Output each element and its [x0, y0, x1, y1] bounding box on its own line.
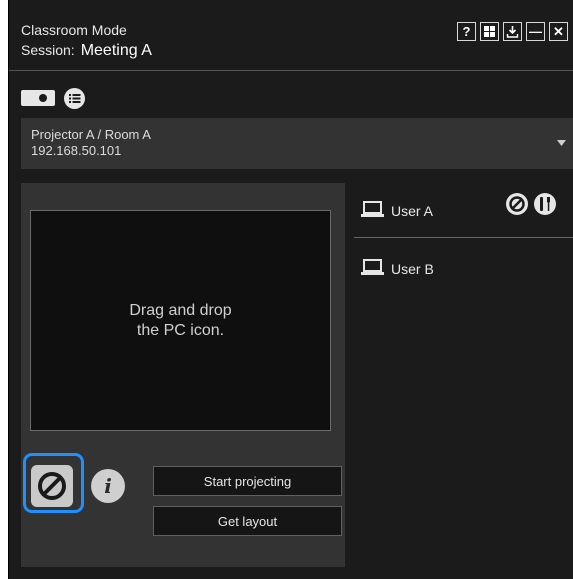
projector-name: Projector A / Room A	[31, 127, 151, 142]
start-projecting-button[interactable]: Start projecting	[153, 466, 342, 496]
laptop-icon	[361, 201, 384, 217]
user-divider	[354, 237, 573, 238]
user-a-mute-icon[interactable]	[505, 192, 529, 216]
title-divider	[9, 70, 573, 71]
get-layout-button[interactable]: Get layout	[153, 506, 342, 536]
drop-zone-line2: the PC icon.	[136, 321, 225, 339]
laptop-icon	[361, 259, 384, 275]
grid-view-button[interactable]	[480, 22, 499, 41]
projector-select[interactable]: Projector A / Room A 192.168.50.101	[21, 118, 573, 169]
projector-ip: 192.168.50.101	[31, 143, 122, 158]
drop-zone-text: Drag and drop the PC icon.	[129, 301, 231, 341]
mode-title: Classroom Mode	[21, 22, 127, 38]
drop-zone-line1: Drag and drop	[129, 301, 232, 319]
projection-panel: Drag and drop the PC icon. i Start proje…	[21, 183, 345, 567]
session-name: Meeting A	[80, 42, 152, 59]
projector-icon[interactable]	[21, 89, 55, 107]
user-row[interactable]: User B	[361, 255, 573, 285]
user-name: User A	[391, 203, 434, 219]
classroom-window: Classroom Mode Session: Meeting A ? — ✕	[8, 0, 573, 579]
user-a-tools-icon[interactable]	[533, 192, 557, 216]
av-mute-button[interactable]	[31, 465, 73, 507]
download-button[interactable]	[503, 22, 522, 41]
mute-icon	[38, 472, 66, 500]
close-button[interactable]: ✕	[549, 22, 568, 41]
info-button[interactable]: i	[91, 469, 125, 503]
user-name: User B	[391, 261, 434, 277]
chevron-down-icon	[557, 140, 566, 146]
minimize-button[interactable]: —	[526, 22, 545, 41]
download-icon	[506, 26, 519, 38]
grid-icon	[484, 26, 495, 37]
help-button[interactable]: ?	[457, 22, 476, 41]
list-icon[interactable]	[64, 88, 85, 109]
session-row: Session: Meeting A	[21, 42, 152, 60]
window-controls: ? — ✕	[457, 22, 568, 41]
session-label: Session:	[21, 42, 75, 58]
drop-zone[interactable]: Drag and drop the PC icon.	[30, 210, 331, 431]
